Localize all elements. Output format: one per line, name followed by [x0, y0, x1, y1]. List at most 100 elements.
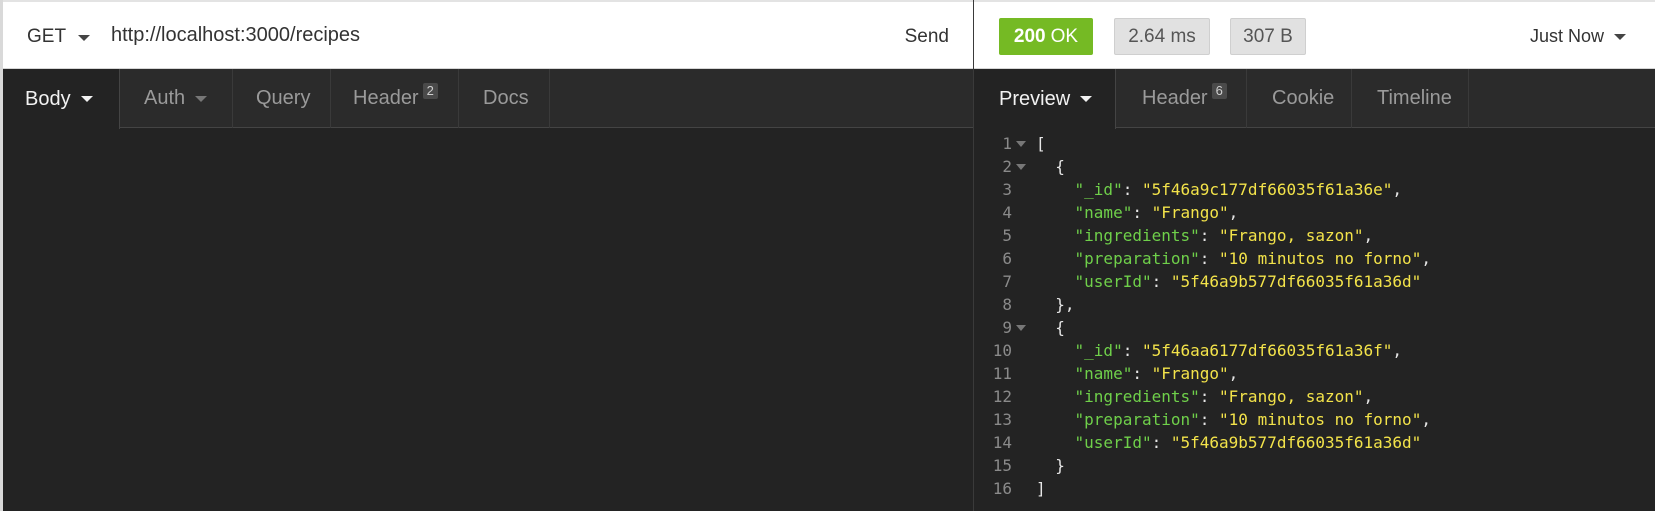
tab-auth[interactable]: Auth — [120, 69, 233, 128]
json-key: "userId" — [1074, 433, 1152, 452]
line-number: 9 — [1002, 318, 1012, 337]
punctuation: , — [1363, 226, 1374, 245]
colon: : — [1199, 226, 1220, 245]
bracket: }, — [1055, 295, 1075, 314]
json-value: "5f46a9b577df66035f61a36d" — [1170, 272, 1422, 291]
json-key: "preparation" — [1074, 410, 1200, 429]
code-line: 15 } — [974, 454, 1655, 477]
json-value: "10 minutos no forno" — [1219, 249, 1422, 268]
tab-label: Header — [1142, 87, 1208, 109]
url-input[interactable] — [111, 24, 811, 47]
code-line: 12 "ingredients": "Frango, sazon", — [974, 385, 1655, 408]
code-text: "_id": "5f46a9c177df66035f61a36e", — [1036, 178, 1403, 201]
line-number: 10 — [992, 341, 1012, 360]
line-number: 15 — [992, 456, 1012, 475]
request-tabs: Body Auth Query Header 2 Docs — [3, 69, 973, 129]
history-dropdown[interactable]: Just Now — [1530, 26, 1626, 47]
colon: : — [1122, 180, 1142, 199]
code-text: "_id": "5f46aa6177df66035f61a36f", — [1036, 339, 1403, 362]
status-code: 200 — [1013, 25, 1046, 47]
colon: : — [1132, 203, 1152, 222]
code-text: }, — [1036, 293, 1075, 316]
line-number: 13 — [992, 410, 1012, 429]
tab-cookie[interactable]: Cookie — [1247, 69, 1352, 128]
code-text: "preparation": "10 minutos no forno", — [1036, 247, 1431, 270]
colon: : — [1199, 410, 1220, 429]
code-text: "ingredients": "Frango, sazon", — [1036, 224, 1374, 247]
code-line: 13 "preparation": "10 minutos no forno", — [974, 408, 1655, 431]
line-number: 16 — [992, 479, 1012, 498]
tab-label: Preview — [999, 87, 1071, 110]
json-value: "5f46a9c177df66035f61a36e" — [1141, 180, 1393, 199]
json-value: "Frango, sazon" — [1219, 387, 1364, 406]
line-number: 6 — [1002, 249, 1012, 268]
fold-arrow-icon[interactable] — [1016, 164, 1026, 170]
fold-arrow-icon[interactable] — [1016, 141, 1026, 147]
caret-down-icon — [80, 96, 93, 102]
tab-response-header[interactable]: Header 6 — [1116, 69, 1247, 128]
code-line: 5 "ingredients": "Frango, sazon", — [974, 224, 1655, 247]
line-number: 14 — [992, 433, 1012, 452]
colon: : — [1132, 364, 1152, 383]
code-line: 8 }, — [974, 293, 1655, 316]
response-pane: 200 OK 2.64 ms 307 B Just Now Preview He… — [973, 0, 1655, 511]
tab-body[interactable]: Body — [3, 69, 120, 129]
code-text: "name": "Frango", — [1036, 201, 1239, 224]
line-number: 12 — [992, 387, 1012, 406]
json-value: "Frango, sazon" — [1219, 226, 1364, 245]
json-preview[interactable]: 1[2 {3 "_id": "5f46a9c177df66035f61a36e"… — [974, 132, 1655, 500]
method-select[interactable]: GET — [27, 26, 66, 48]
tab-label: Docs — [483, 87, 529, 109]
json-key: "name" — [1074, 203, 1133, 222]
tab-query[interactable]: Query — [233, 69, 331, 128]
code-line: 1[ — [974, 132, 1655, 155]
caret-down-icon — [195, 95, 208, 102]
json-key: "name" — [1074, 364, 1133, 383]
caret-down-icon — [1080, 96, 1093, 102]
json-value: "10 minutos no forno" — [1219, 410, 1422, 429]
status-badge: 200 OK — [999, 18, 1093, 55]
tab-label: Cookie — [1272, 87, 1335, 109]
code-text: "name": "Frango", — [1036, 362, 1239, 385]
line-number: 1 — [1002, 134, 1012, 153]
json-value: "Frango" — [1151, 203, 1229, 222]
bracket: { — [1055, 157, 1065, 176]
json-value: "Frango" — [1151, 364, 1229, 383]
tab-docs[interactable]: Docs — [459, 69, 550, 128]
line-number: 8 — [1002, 295, 1012, 314]
code-line: 9 { — [974, 316, 1655, 339]
status-text: OK — [1050, 25, 1079, 47]
caret-down-icon[interactable] — [78, 35, 90, 41]
bracket: [ — [1036, 134, 1046, 153]
tab-timeline[interactable]: Timeline — [1352, 69, 1469, 128]
bracket: ] — [1036, 479, 1046, 498]
json-key: "ingredients" — [1074, 226, 1200, 245]
send-button[interactable]: Send — [905, 26, 949, 48]
punctuation: , — [1392, 180, 1403, 199]
line-number: 5 — [1002, 226, 1012, 245]
header-count-badge: 6 — [1211, 82, 1227, 99]
punctuation: , — [1228, 364, 1239, 383]
colon: : — [1122, 341, 1142, 360]
response-status-bar: 200 OK 2.64 ms 307 B Just Now — [974, 0, 1655, 69]
tab-header[interactable]: Header 2 — [331, 69, 459, 128]
line-number: 4 — [1002, 203, 1012, 222]
code-line: 11 "name": "Frango", — [974, 362, 1655, 385]
tab-preview[interactable]: Preview — [974, 69, 1116, 129]
line-number: 2 — [1002, 157, 1012, 176]
fold-arrow-icon[interactable] — [1016, 325, 1026, 331]
code-text: { — [1036, 155, 1065, 178]
code-text: "preparation": "10 minutos no forno", — [1036, 408, 1431, 431]
colon: : — [1199, 249, 1220, 268]
code-line: 2 { — [974, 155, 1655, 178]
code-line: 3 "_id": "5f46a9c177df66035f61a36e", — [974, 178, 1655, 201]
response-time-badge: 2.64 ms — [1114, 18, 1210, 55]
json-key: "_id" — [1074, 180, 1123, 199]
